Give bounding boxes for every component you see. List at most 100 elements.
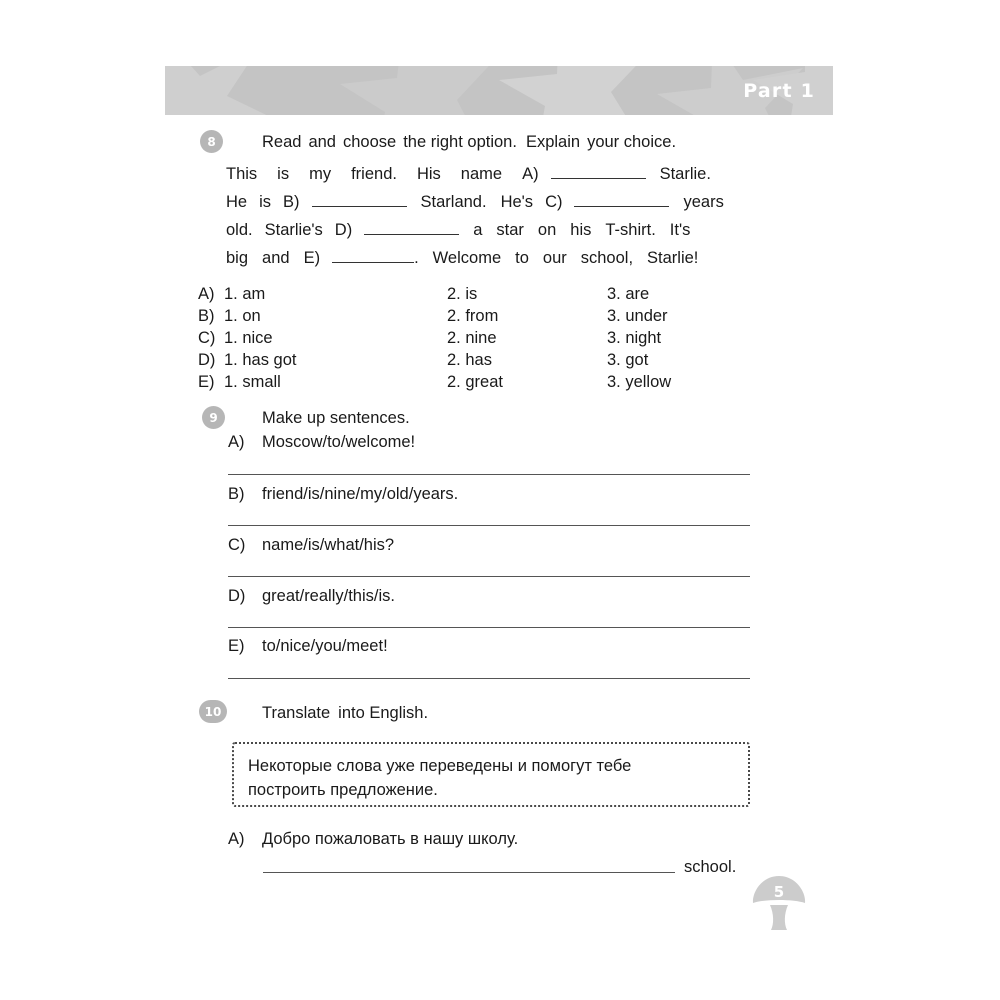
option-d-choice-2[interactable]: 2. has — [447, 352, 492, 369]
ex9-item-text-e: to/nice/you/meet! — [262, 637, 388, 655]
ex10-answer-rule-a[interactable] — [263, 872, 675, 873]
option-row-letter-b: B) — [198, 307, 215, 325]
ex9-item-text-d: great/really/this/is. — [262, 587, 395, 605]
ex10-item-text-a: Добро пожаловать в нашу школу. — [262, 830, 519, 848]
passage-line-3: old. Starlie's D) a star on his T-shirt. It's — [226, 222, 690, 239]
mushroom-icon — [752, 876, 806, 930]
passage-word: and — [262, 249, 290, 267]
passage-word: Starlie! — [647, 249, 699, 267]
answer-blank-d[interactable] — [364, 223, 460, 235]
option-e-choice-3[interactable]: 3. yellow — [607, 374, 671, 391]
ex9-answer-rule-d[interactable] — [228, 627, 750, 628]
page-header-banner: Part 1 — [165, 66, 833, 115]
option-c-choice-3[interactable]: 3. night — [607, 330, 661, 347]
ex9-item-letter-d: D) — [228, 587, 246, 605]
passage-option-marker: A) — [522, 165, 539, 183]
answer-blank-e[interactable] — [332, 251, 415, 263]
passage-word: big — [226, 249, 249, 267]
passage-word: His — [416, 165, 441, 183]
instruction-plain-your-choice: your choice. — [587, 133, 677, 151]
answer-blank-b[interactable] — [311, 195, 407, 207]
passage-word: It's — [669, 221, 691, 239]
option-e-choice-2[interactable]: 2. great — [447, 374, 503, 391]
ex9-item-text-c: name/is/what/his? — [262, 536, 395, 554]
passage-word: my — [309, 165, 332, 183]
exercise-number-badge-10: 10 — [199, 700, 227, 723]
instruction-bold-translate: Translate — [262, 704, 331, 722]
instruction-plain-right-option: the right option. — [403, 133, 517, 151]
passage-option-marker: B) — [283, 193, 300, 211]
option-row-letter-e: E) — [198, 373, 215, 391]
passage-word: friend. — [351, 165, 397, 183]
passage-option-marker: C) — [545, 193, 563, 211]
instruction-plain-into-english: into English. — [338, 704, 429, 722]
header-star-decoration — [165, 66, 833, 115]
passage-line-1: This is my friend. His name A) Starlie. — [226, 166, 711, 183]
tip-callout-box: Некоторые слова уже переведены и помогут… — [232, 742, 750, 807]
tip-text-line-1: Некоторые слова уже переведены и помогут… — [248, 757, 632, 775]
passage-line-4: big and E). Welcome to our school, Starlie! — [226, 250, 698, 267]
ex9-answer-rule-a[interactable] — [228, 474, 750, 475]
passage-word: Welcome — [432, 249, 502, 267]
option-b-choice-1[interactable]: 1. on — [224, 308, 261, 325]
option-a-choice-3[interactable]: 3. are — [607, 286, 649, 303]
exercise9-instruction: Make up sentences. — [262, 410, 410, 427]
instruction-bold-read: Read — [262, 133, 302, 151]
ex9-answer-rule-c[interactable] — [228, 576, 750, 577]
option-b-choice-2[interactable]: 2. from — [447, 308, 498, 325]
exercise-number-badge-9: 9 — [202, 406, 225, 429]
option-row-letter-a: A) — [198, 285, 215, 303]
option-row-letter-d: D) — [198, 351, 216, 369]
option-d-choice-1[interactable]: 1. has got — [224, 352, 296, 369]
exercise-badge-label: 9 — [209, 410, 218, 425]
passage-word: Starlie's — [264, 221, 323, 239]
exercise8-instruction: Read and choose the right option. Explain you… — [262, 134, 676, 151]
passage-word: on — [537, 221, 557, 239]
option-c-choice-2[interactable]: 2. nine — [447, 330, 497, 347]
ex9-answer-rule-e[interactable] — [228, 678, 750, 679]
ex9-answer-rule-b[interactable] — [228, 525, 750, 526]
passage-word: Starlie. — [659, 165, 711, 183]
part-label: Part 1 — [743, 79, 815, 102]
answer-blank-a[interactable] — [550, 167, 646, 179]
passage-word: years — [683, 193, 724, 211]
tip-text-line-2: построить предложение. — [248, 781, 438, 799]
option-c-choice-1[interactable]: 1. nice — [224, 330, 273, 347]
passage-word: This — [226, 165, 258, 183]
instruction-bold-choose: choose — [342, 133, 397, 151]
option-d-choice-3[interactable]: 3. got — [607, 352, 648, 369]
exercise-badge-label: 8 — [207, 134, 216, 149]
option-a-choice-2[interactable]: 2. is — [447, 286, 477, 303]
instruction-bold-explain: Explain — [525, 133, 581, 151]
passage-option-marker: D) — [334, 221, 353, 239]
ex9-item-letter-b: B) — [228, 485, 245, 503]
ex9-item-letter-a: A) — [228, 433, 245, 451]
ex9-item-text-a: Moscow/to/welcome! — [262, 433, 416, 451]
passage-word: our — [542, 249, 567, 267]
option-a-choice-1[interactable]: 1. am — [224, 286, 265, 303]
instruction-plain-and: and — [308, 133, 336, 151]
passage-word: Starland. — [420, 193, 487, 211]
passage-word: He — [226, 193, 248, 211]
option-row-letter-c: C) — [198, 329, 216, 347]
ex10-trailing-word-school: school. — [684, 858, 737, 876]
option-b-choice-3[interactable]: 3. under — [607, 308, 668, 325]
passage-word: old. — [226, 221, 253, 239]
instruction-period: . — [405, 409, 410, 427]
passage-word: is — [277, 165, 290, 183]
exercise-number-badge-8: 8 — [200, 130, 223, 153]
passage-word: name — [460, 165, 503, 183]
passage-word: his — [570, 221, 592, 239]
passage-word: He's — [500, 193, 534, 211]
page-number-mushroom-mark: 5 — [748, 872, 810, 934]
passage-word: is — [259, 193, 272, 211]
ex9-item-text-b: friend/is/nine/my/old/years. — [262, 485, 459, 503]
passage-word: star — [496, 221, 524, 239]
passage-line-2: He is B) Starland. He's C) years — [226, 194, 724, 211]
passage-word: a — [473, 221, 483, 239]
passage-word: . — [414, 249, 419, 267]
option-e-choice-1[interactable]: 1. small — [224, 374, 281, 391]
exercise-badge-label: 10 — [204, 704, 222, 719]
answer-blank-c[interactable] — [574, 195, 670, 207]
ex10-item-letter-a: A) — [228, 830, 245, 848]
